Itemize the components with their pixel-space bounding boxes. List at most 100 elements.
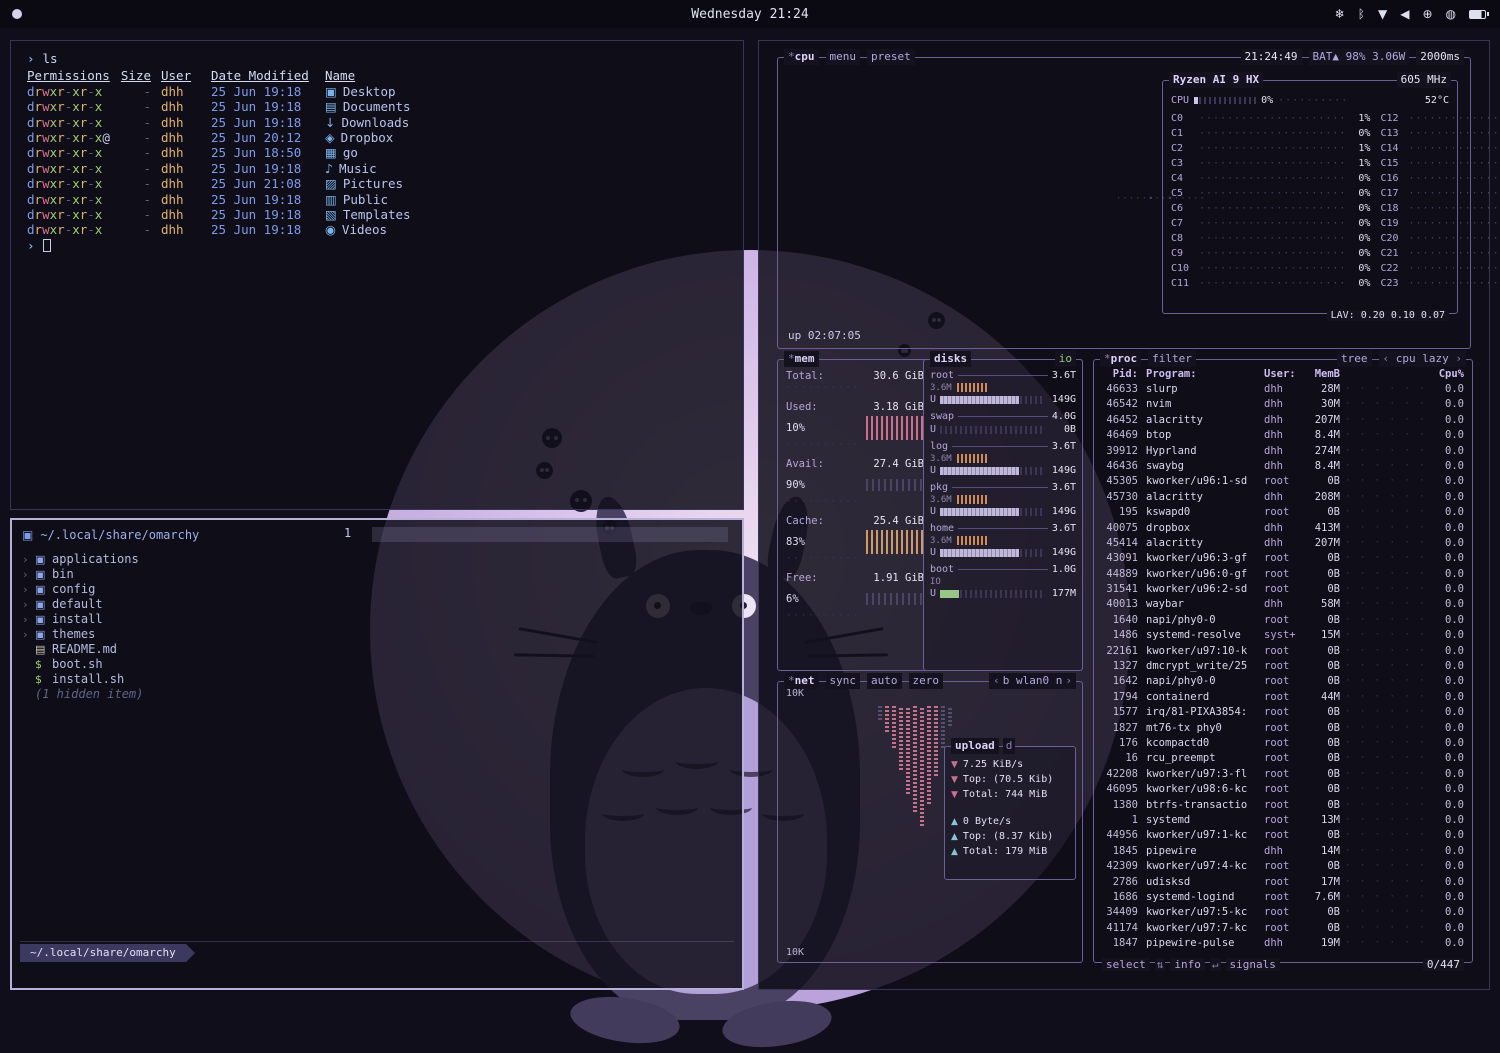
process-row[interactable]: 31541kworker/u96:2-sdroot0B· · · · · · ·…	[1102, 582, 1464, 597]
process-row[interactable]: 42208kworker/u97:3-flroot0B· · · · · · ·…	[1102, 767, 1464, 782]
process-row[interactable]: 34409kworker/u97:5-kcroot0B· · · · · · ·…	[1102, 905, 1464, 920]
process-row[interactable]: 44889kworker/u96:0-gfroot0B· · · · · · ·…	[1102, 567, 1464, 582]
col-header-pid[interactable]: Pid:	[1102, 368, 1138, 380]
file-name-cell: ▣Desktop	[325, 84, 396, 99]
process-row[interactable]: 1systemdroot13M· · · · · · ·0.0	[1102, 813, 1464, 828]
file-tree-item[interactable]: ›▣install	[22, 612, 732, 627]
net-stat-line: ▲Total: 179 MiB	[951, 844, 1069, 859]
process-row[interactable]: 1640napi/phy0-0root0B· · · · · · ·0.0	[1102, 613, 1464, 628]
sync-button[interactable]: sync	[826, 673, 861, 689]
core-row: C4·····················0%	[1171, 171, 1370, 186]
file-name-cell: ◉Videos	[325, 222, 387, 237]
file-tree-item[interactable]: ›▣default	[22, 597, 732, 612]
ls-row: drwxr-xr-x@-dhh25 Jun 20:12◈Dropbox	[27, 130, 727, 145]
process-row[interactable]: 2786udisksdroot17M· · · · · · ·0.0	[1102, 875, 1464, 890]
process-row[interactable]: 1827mt76-tx phy0root0B· · · · · · ·0.0	[1102, 721, 1464, 736]
vpn-icon[interactable]: ❄	[1335, 7, 1345, 21]
net-graph-column	[885, 706, 889, 732]
process-row[interactable]: 1794containerdroot44M· · · · · · ·0.0	[1102, 690, 1464, 705]
file-tree-item[interactable]: ›▣bin	[22, 567, 732, 582]
ls-row: drwxr-xr-x-dhh25 Jun 19:18▥Public	[27, 192, 727, 207]
zero-button[interactable]: zero	[909, 673, 944, 689]
process-row[interactable]: 46095kworker/u98:6-kcroot0B· · · · · · ·…	[1102, 782, 1464, 797]
select-button[interactable]: select	[1102, 958, 1150, 971]
process-row[interactable]: 45414alacrittydhh207M· · · · · · ·0.0	[1102, 536, 1464, 551]
process-row[interactable]: 16rcu_preemptroot0B· · · · · · ·0.0	[1102, 751, 1464, 766]
process-row[interactable]: 39912Hyprlanddhh274M· · · · · · ·0.0	[1102, 444, 1464, 459]
process-row[interactable]: 1380btrfs-transactioroot0B· · · · · · ·0…	[1102, 798, 1464, 813]
col-header-cpu[interactable]: Cpu%	[1434, 368, 1464, 380]
folder-icon: ▣	[35, 567, 52, 582]
permissions-cell: drwxr-xr-x	[27, 192, 115, 207]
process-row[interactable]: 46436swaybgdhh8.4M· · · · · · ·0.0	[1102, 459, 1464, 474]
col-header-program[interactable]: Program:	[1146, 368, 1264, 380]
update-interval[interactable]: 2000ms	[1416, 49, 1464, 65]
process-row[interactable]: 1577irq/81-PIXA3854:root0B· · · · · · ·0…	[1102, 705, 1464, 720]
ls-header-row: Permissions Size User Date Modified Name	[27, 68, 727, 83]
terminal-cursor[interactable]	[43, 239, 51, 252]
signals-button[interactable]: signals	[1226, 958, 1280, 971]
process-row[interactable]: 46542nvimdhh30M· · · · · · ·0.0	[1102, 397, 1464, 412]
process-row[interactable]: 1686systemd-logindroot7.6M· · · · · · ·0…	[1102, 890, 1464, 905]
process-row[interactable]: 1847pipewire-pulsedhh19M· · · · · · ·0.0	[1102, 936, 1464, 951]
templates-folder-icon: ▧	[325, 207, 337, 222]
filter-button[interactable]: filter	[1148, 351, 1196, 367]
process-row[interactable]: 43091kworker/u96:3-gfroot0B· · · · · · ·…	[1102, 551, 1464, 566]
auto-button[interactable]: auto	[867, 673, 902, 689]
volume-icon[interactable]: ◀	[1400, 7, 1409, 21]
folder-icon: ▣	[35, 582, 52, 597]
process-row[interactable]: 46452alacrittydhh207M· · · · · · ·0.0	[1102, 413, 1464, 428]
terminal-window[interactable]: › ls Permissions Size User Date Modified…	[10, 40, 744, 510]
process-row[interactable]: 45305kworker/u96:1-sdroot0B· · · · · · ·…	[1102, 474, 1464, 489]
ls-row: drwxr-xr-x-dhh25 Jun 19:18◉Videos	[27, 222, 727, 237]
process-row[interactable]: 22161kworker/u97:10-kroot0B· · · · · · ·…	[1102, 644, 1464, 659]
interface-selector[interactable]: b wlan0 n	[989, 673, 1076, 689]
file-tree-item[interactable]: $install.sh	[22, 672, 732, 687]
core-row: C12·····················1%	[1380, 111, 1500, 126]
process-row[interactable]: 40013waybardhh58M· · · · · · ·0.0	[1102, 597, 1464, 612]
account-icon[interactable]: ◍	[1446, 7, 1456, 21]
downloads-folder-icon: ↓	[325, 115, 335, 130]
process-row[interactable]: 1327dmcrypt_write/25root0B· · · · · · ·0…	[1102, 659, 1464, 674]
process-row[interactable]: 195kswapd0root0B· · · · · · ·0.0	[1102, 505, 1464, 520]
process-row[interactable]: 44956kworker/u97:1-kcroot0B· · · · · · ·…	[1102, 828, 1464, 843]
process-row[interactable]: 41174kworker/u97:7-kcroot0B· · · · · · ·…	[1102, 921, 1464, 936]
net-graph-column	[948, 706, 952, 726]
info-button[interactable]: info	[1170, 958, 1205, 971]
process-row[interactable]: 46469btopdhh8.4M· · · · · · ·0.0	[1102, 428, 1464, 443]
process-row[interactable]: 176kcompactd0root0B· · · · · · ·0.0	[1102, 736, 1464, 751]
net-stat-line: ▲Top: (8.37 Kib)	[951, 829, 1069, 844]
sort-selector[interactable]: cpu lazy	[1379, 351, 1466, 367]
io-toggle[interactable]: io	[1055, 351, 1076, 367]
file-tree-item[interactable]: $boot.sh	[22, 657, 732, 672]
file-tree-label: applications	[52, 552, 139, 567]
process-row[interactable]: 1845pipewiredhh14M· · · · · · ·0.0	[1102, 844, 1464, 859]
net-direction-toggle[interactable]: d	[1003, 738, 1016, 754]
net-graph-column	[878, 706, 882, 720]
process-row[interactable]: 1642napi/phy0-0root0B· · · · · · ·0.0	[1102, 674, 1464, 689]
network-icon[interactable]: ⊕	[1422, 7, 1432, 21]
col-header-mem[interactable]: MemB	[1306, 368, 1340, 380]
battery-icon[interactable]	[1469, 10, 1486, 19]
file-tree-item[interactable]: ›▣applications	[22, 552, 732, 567]
menu-button[interactable]: menu	[826, 49, 861, 65]
file-tree-item[interactable]: ▤README.md	[22, 642, 732, 657]
bluetooth-icon[interactable]: ᛒ	[1358, 7, 1365, 21]
process-row[interactable]: 40075dropboxdhh413M· · · · · · ·0.0	[1102, 521, 1464, 536]
process-row[interactable]: 46633slurpdhh28M· · · · · · ·0.0	[1102, 382, 1464, 397]
process-row[interactable]: 1486systemd-resolvesyst+15M· · · · · · ·…	[1102, 628, 1464, 643]
process-row[interactable]: 42309kworker/u97:4-kcroot0B· · · · · · ·…	[1102, 859, 1464, 874]
net-stats-title: upload	[951, 738, 999, 754]
size-cell: -	[115, 130, 151, 145]
col-header-user[interactable]: User:	[1264, 368, 1306, 380]
file-manager-window[interactable]: ▣ ~/.local/share/omarchy 1 ›▣application…	[10, 518, 744, 990]
process-row[interactable]: 45730alacrittydhh208M· · · · · · ·0.0	[1102, 490, 1464, 505]
preset-button[interactable]: preset	[867, 49, 915, 65]
pictures-folder-icon: ▨	[325, 176, 337, 191]
file-tree-item[interactable]: ›▣themes	[22, 627, 732, 642]
file-manager-header: ▣ ~/.local/share/omarchy 1	[12, 520, 742, 544]
file-tree-item[interactable]: ›▣config	[22, 582, 732, 597]
tree-toggle[interactable]: tree	[1337, 351, 1372, 367]
wifi-icon[interactable]: ▼	[1378, 7, 1387, 21]
ls-row: drwxr-xr-x-dhh25 Jun 19:18↓Downloads	[27, 115, 727, 130]
